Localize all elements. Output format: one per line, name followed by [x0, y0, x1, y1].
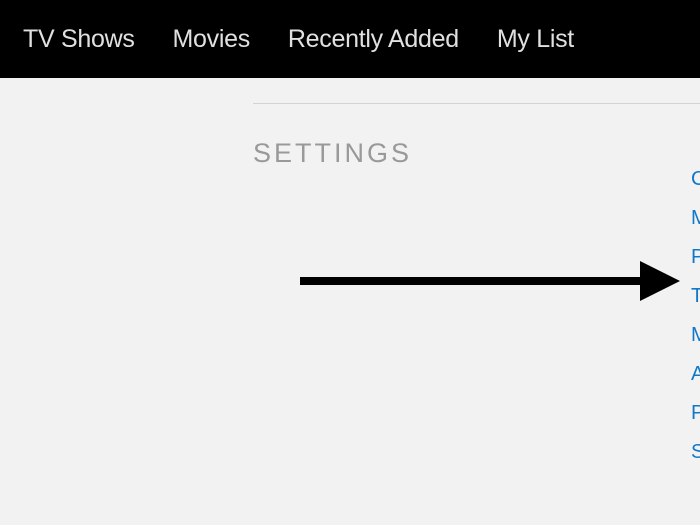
- nav-my-list[interactable]: My List: [478, 25, 593, 54]
- annotation-arrow: [300, 256, 680, 306]
- settings-link-1[interactable]: M: [691, 207, 700, 230]
- settings-link-5[interactable]: A: [691, 363, 700, 386]
- top-navigation: TV Shows Movies Recently Added My List: [0, 0, 700, 78]
- settings-link-3[interactable]: T: [691, 285, 700, 308]
- settings-link-2[interactable]: P: [691, 246, 700, 269]
- settings-link-7[interactable]: S: [691, 441, 700, 464]
- settings-link-0[interactable]: C: [691, 168, 700, 191]
- settings-link-4[interactable]: M: [691, 324, 700, 347]
- settings-link-6[interactable]: P: [691, 402, 700, 425]
- settings-heading: SETTINGS: [253, 138, 412, 169]
- nav-tv-shows[interactable]: TV Shows: [4, 25, 154, 54]
- nav-recently-added[interactable]: Recently Added: [269, 25, 478, 54]
- settings-links-list: C M P T M A P S: [691, 168, 700, 464]
- arrow-right-icon: [300, 256, 680, 306]
- section-divider: [253, 103, 700, 104]
- nav-movies[interactable]: Movies: [154, 25, 269, 54]
